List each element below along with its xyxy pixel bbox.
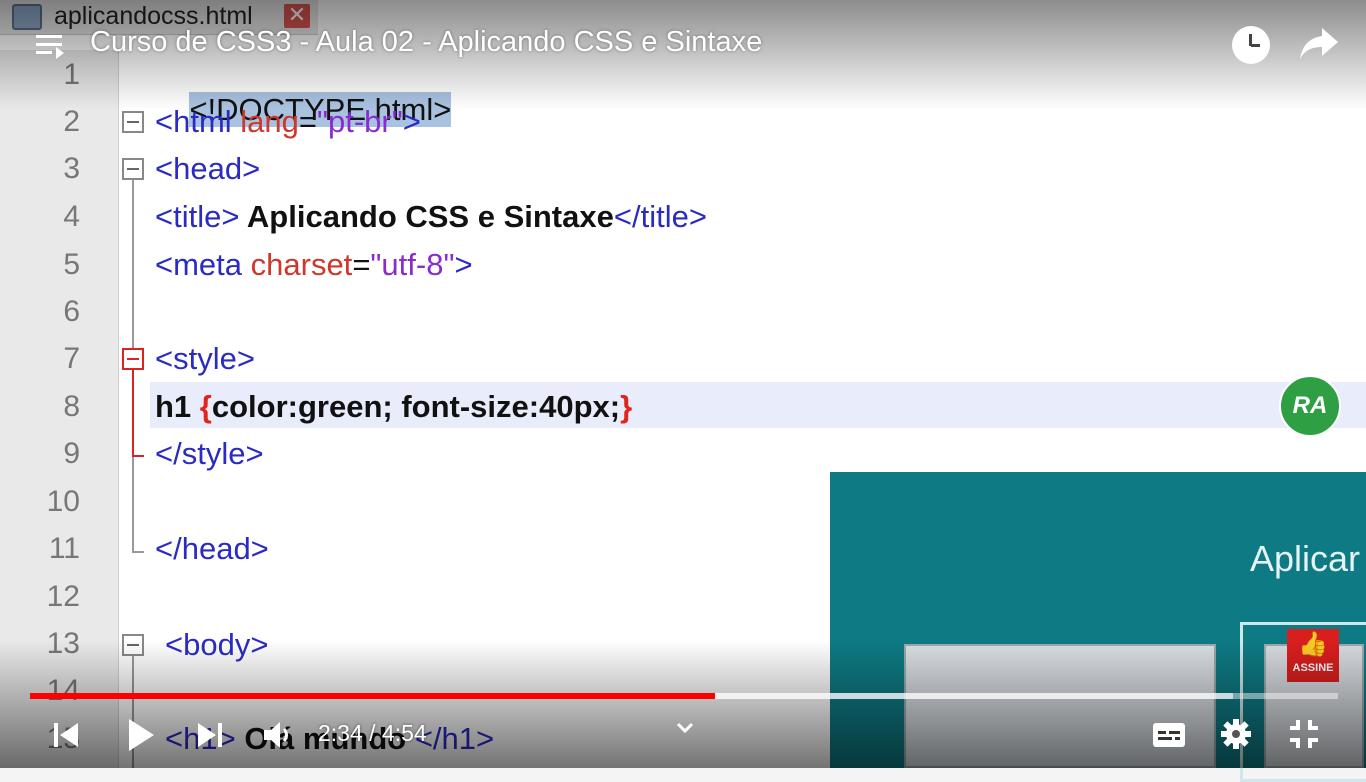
token-tag: > bbox=[454, 247, 473, 282]
line-number: 2 bbox=[63, 105, 80, 138]
fold-toggle-body[interactable] bbox=[122, 634, 144, 656]
code-line-11: </head> bbox=[155, 531, 269, 566]
token-brace: { bbox=[199, 389, 212, 424]
code-line-2: <html lang="pt-br"> bbox=[155, 104, 421, 140]
line-number: 13 bbox=[46, 627, 80, 660]
subscribe-watermark[interactable]: 👍 ASSINE bbox=[1287, 629, 1339, 682]
token-string: "utf-8" bbox=[370, 247, 455, 282]
code-line-13: <body> bbox=[165, 627, 269, 662]
video-title[interactable]: Curso de CSS3 - Aula 02 - Aplicando CSS … bbox=[90, 26, 762, 59]
file-icon bbox=[12, 4, 42, 30]
fold-toggle-html[interactable] bbox=[122, 111, 144, 133]
time-display: 2:34 / 4:54 bbox=[318, 720, 427, 746]
line-number: 14 bbox=[46, 674, 80, 707]
code-line-7: <style> bbox=[155, 341, 255, 376]
line-number: 5 bbox=[63, 248, 80, 281]
fold-toggle-style[interactable] bbox=[122, 348, 144, 370]
slide-title: Aplicar bbox=[1250, 538, 1361, 579]
chevron-down-icon[interactable] bbox=[674, 718, 696, 738]
gear-icon[interactable] bbox=[1220, 718, 1252, 750]
line-number: 3 bbox=[63, 152, 80, 185]
token-brace: } bbox=[620, 389, 633, 424]
token-attr: lang bbox=[240, 104, 299, 139]
subscribe-label: ASSINE bbox=[1292, 662, 1334, 674]
fold-guide-active bbox=[132, 370, 134, 455]
token-string: "pt-br" bbox=[317, 104, 403, 139]
fold-toggle-head[interactable] bbox=[122, 158, 144, 180]
line-number: 12 bbox=[46, 580, 80, 613]
token-tag: <meta bbox=[155, 247, 251, 282]
previous-icon[interactable] bbox=[52, 720, 80, 750]
code-line-3: <head> bbox=[155, 151, 261, 186]
token-eq: = bbox=[298, 104, 317, 139]
close-tab-icon[interactable]: ✕ bbox=[284, 4, 310, 28]
token-declarations: color:green; font-size:40px; bbox=[211, 389, 621, 424]
play-icon[interactable] bbox=[126, 717, 156, 753]
token-tag: </title> bbox=[613, 199, 707, 234]
fold-end-style bbox=[132, 455, 144, 457]
slide-screenshot bbox=[904, 644, 1216, 768]
progress-played bbox=[30, 693, 716, 699]
captions-icon[interactable] bbox=[1152, 721, 1186, 749]
token-attr: charset bbox=[250, 247, 353, 282]
line-number: 11 bbox=[48, 532, 80, 565]
progress-bar[interactable] bbox=[30, 693, 1338, 699]
exit-fullscreen-icon[interactable] bbox=[1288, 718, 1320, 750]
thumbs-up-icon: 👍 bbox=[1298, 631, 1328, 658]
code-line-8: h1 {color:green; font-size:40px;} bbox=[155, 389, 632, 425]
line-number: 6 bbox=[63, 295, 80, 328]
channel-logo[interactable]: RA bbox=[1279, 375, 1341, 437]
slide-preview: Aplicar bbox=[830, 472, 1366, 782]
token-tag: <title> bbox=[155, 199, 240, 234]
share-icon[interactable] bbox=[1298, 24, 1340, 64]
token-tag: > bbox=[402, 104, 421, 139]
next-icon[interactable] bbox=[196, 720, 224, 750]
code-line-5: <meta charset="utf-8"> bbox=[155, 247, 473, 283]
line-number: 10 bbox=[46, 485, 80, 518]
line-number: 9 bbox=[63, 437, 80, 470]
line-number: 4 bbox=[63, 200, 80, 233]
token-tag: <html bbox=[155, 104, 241, 139]
clock-icon[interactable] bbox=[1232, 26, 1270, 64]
token-eq: = bbox=[352, 247, 371, 282]
line-number: 8 bbox=[63, 390, 80, 423]
code-line-9: </style> bbox=[155, 436, 264, 471]
token-text: Aplicando CSS e Sintaxe bbox=[239, 199, 614, 234]
line-number: 1 bbox=[63, 58, 80, 91]
code-line-4: <title> Aplicando CSS e Sintaxe</title> bbox=[155, 199, 707, 235]
playlist-icon[interactable] bbox=[36, 33, 66, 61]
volume-icon[interactable] bbox=[262, 720, 296, 750]
fold-end-head bbox=[132, 551, 144, 553]
token-selector: h1 bbox=[155, 389, 200, 424]
line-number: 7 bbox=[63, 342, 80, 375]
